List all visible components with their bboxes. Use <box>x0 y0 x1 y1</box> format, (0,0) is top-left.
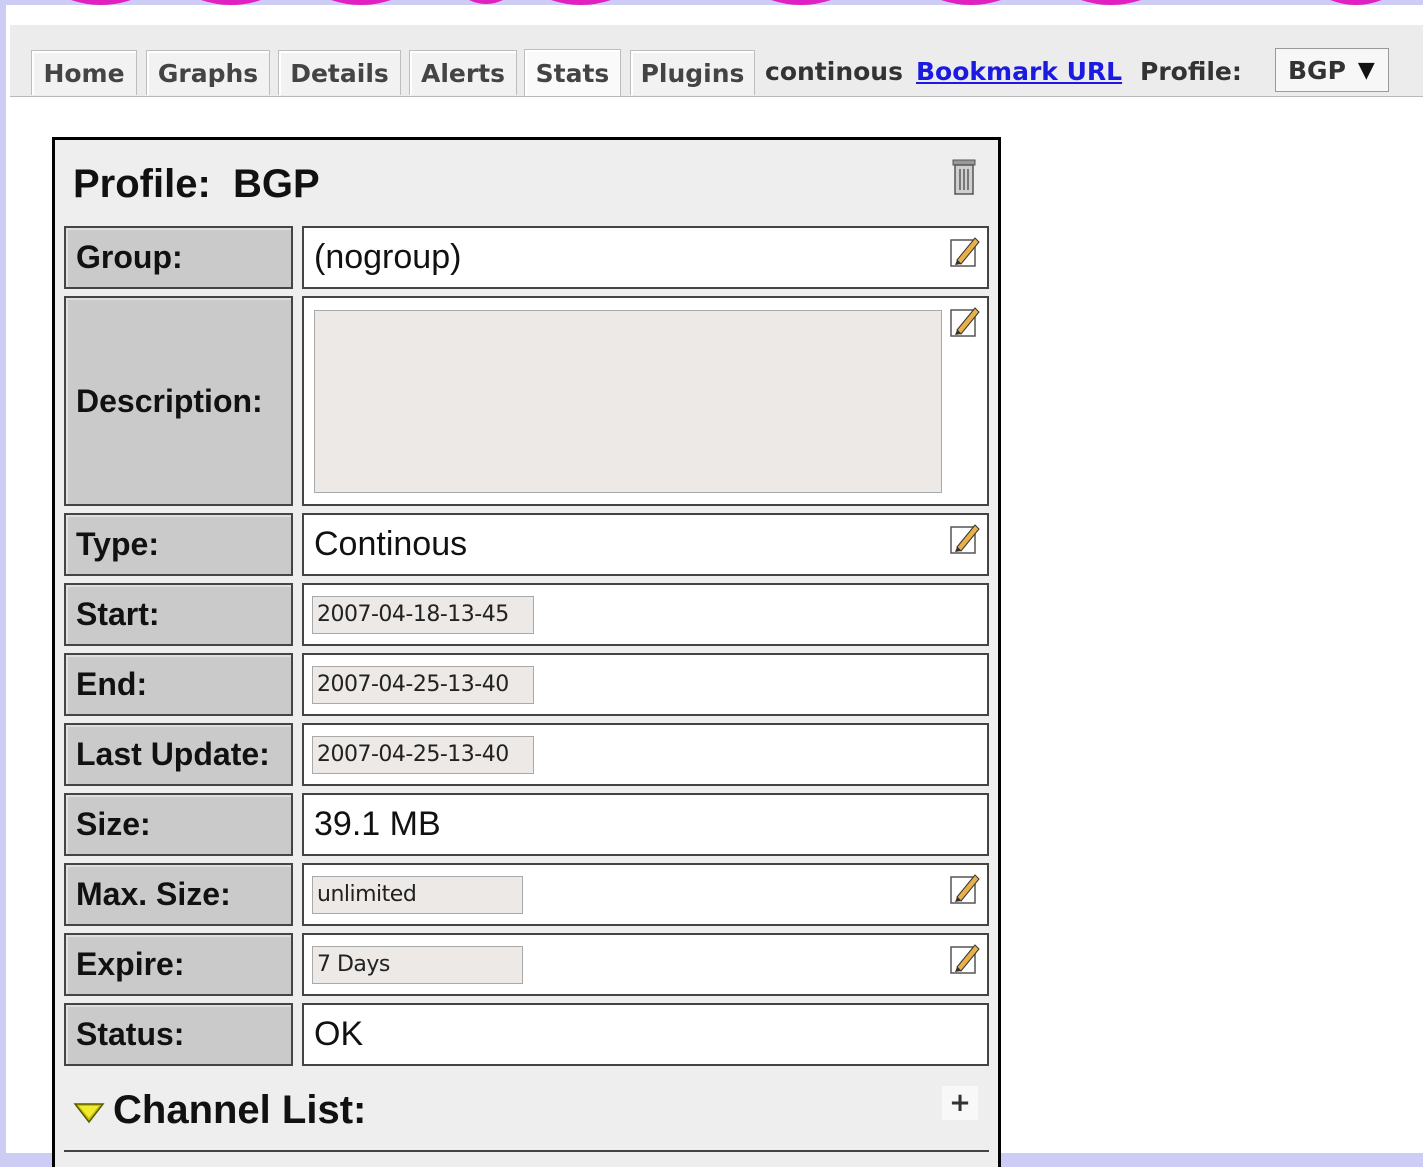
edit-icon[interactable] <box>949 234 981 268</box>
row-group: Group: (nogroup) <box>64 226 989 289</box>
bookmark-url-link[interactable]: Bookmark URL <box>916 57 1122 86</box>
title-prefix: Profile: <box>73 162 211 206</box>
profile-name: BGP <box>233 162 320 206</box>
description-textarea[interactable] <box>314 310 942 493</box>
profile-panel: Profile: BGP Group: (nogroup) Descriptio… <box>52 137 1001 1167</box>
expire-field[interactable]: 7 Days <box>312 945 523 984</box>
end-field[interactable]: 2007-04-25-13-40 <box>312 665 534 704</box>
tab-graphs[interactable]: Graphs <box>146 50 270 95</box>
header-wave-decoration <box>71 0 1382 5</box>
row-status: Status: OK <box>64 1003 989 1066</box>
channel-list-label: Channel List: <box>113 1088 367 1132</box>
profile-select[interactable]: BGP ▼ <box>1275 48 1389 92</box>
last-update-value: 2007-04-25-13-40 <box>302 723 989 786</box>
group-text: (nogroup) <box>314 238 462 276</box>
profile-select-value: BGP <box>1288 55 1346 85</box>
status-label: Status: <box>64 1003 293 1066</box>
tab-stats[interactable]: Stats <box>524 49 621 96</box>
size-label: Size: <box>64 793 293 856</box>
expire-label: Expire: <box>64 933 293 996</box>
tab-alerts[interactable]: Alerts <box>409 50 517 95</box>
edit-icon[interactable] <box>949 871 981 905</box>
tab-details[interactable]: Details <box>278 50 401 95</box>
max-size-label: Max. Size: <box>64 863 293 926</box>
edit-icon[interactable] <box>949 941 981 975</box>
page-title: Profile: BGP <box>73 162 320 207</box>
group-value: (nogroup) <box>302 226 989 289</box>
page: Home Graphs Details Alerts Stats Plugins… <box>6 0 1423 1167</box>
row-max-size: Max. Size: unlimited <box>64 863 989 926</box>
description-value <box>302 296 989 506</box>
size-value: 39.1 MB <box>302 793 989 856</box>
max-size-value: unlimited <box>302 863 989 926</box>
profile-selector-label: Profile: <box>1140 57 1242 86</box>
start-field[interactable]: 2007-04-18-13-45 <box>312 595 534 634</box>
edit-icon[interactable] <box>949 304 981 338</box>
description-label: Description: <box>64 296 293 506</box>
end-label: End: <box>64 653 293 716</box>
last-update-label: Last Update: <box>64 723 293 786</box>
row-expire: Expire: 7 Days <box>64 933 989 996</box>
tab-plugins[interactable]: Plugins <box>630 50 755 95</box>
row-type: Type: Continous <box>64 513 989 576</box>
tab-home[interactable]: Home <box>31 50 137 95</box>
row-end: End: 2007-04-25-13-40 <box>64 653 989 716</box>
add-channel-button[interactable]: + <box>942 1086 978 1120</box>
start-label: Start: <box>64 583 293 646</box>
status-text: OK <box>314 1015 364 1053</box>
group-label: Group: <box>64 226 293 289</box>
max-size-field[interactable]: unlimited <box>312 875 523 914</box>
edit-icon[interactable] <box>949 521 981 555</box>
type-label: Type: <box>64 513 293 576</box>
status-value: OK <box>302 1003 989 1066</box>
channel-list-header[interactable]: Channel List: <box>73 1088 366 1133</box>
last-update-field[interactable]: 2007-04-25-13-40 <box>312 735 534 774</box>
nav-bar: Home Graphs Details Alerts Stats Plugins… <box>10 25 1423 97</box>
divider <box>64 1150 989 1152</box>
start-value: 2007-04-18-13-45 <box>302 583 989 646</box>
size-text: 39.1 MB <box>314 805 441 843</box>
mode-indicator: continous <box>765 57 903 86</box>
triangle-down-icon[interactable] <box>73 1098 105 1124</box>
type-text: Continous <box>314 525 468 563</box>
chevron-down-icon: ▼ <box>1357 57 1375 83</box>
trash-icon[interactable] <box>950 158 978 196</box>
row-start: Start: 2007-04-18-13-45 <box>64 583 989 646</box>
row-size: Size: 39.1 MB <box>64 793 989 856</box>
row-description: Description: <box>64 296 989 506</box>
row-last-update: Last Update: 2007-04-25-13-40 <box>64 723 989 786</box>
type-value: Continous <box>302 513 989 576</box>
end-value: 2007-04-25-13-40 <box>302 653 989 716</box>
expire-value: 7 Days <box>302 933 989 996</box>
